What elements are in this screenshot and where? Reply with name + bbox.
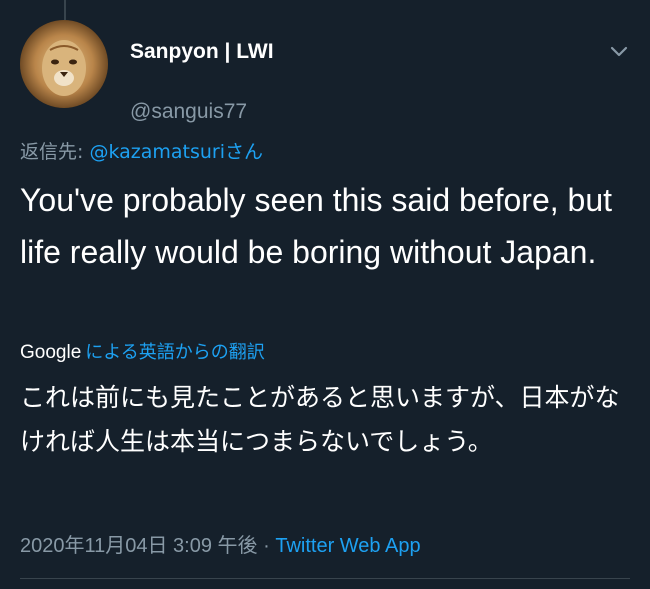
reply-prefix: 返信先: bbox=[20, 141, 90, 163]
display-name[interactable]: Sanpyon | LWI bbox=[130, 40, 274, 64]
chevron-down-icon[interactable] bbox=[608, 40, 630, 62]
translated-text: これは前にも見たことがあると思いますが、日本がなければ人生は本当につまらないでし… bbox=[20, 383, 620, 456]
tweet-timestamp[interactable]: 2020年11月04日 3:09 午後 bbox=[20, 535, 258, 557]
user-handle[interactable]: @sanguis77 bbox=[130, 100, 247, 124]
translation-label-link[interactable]: による英語からの翻訳 bbox=[85, 338, 264, 364]
tweet-body: You've probably seen this said before, b… bbox=[20, 182, 612, 270]
translation-attribution: Google による英語からの翻訳 bbox=[20, 338, 265, 364]
divider bbox=[20, 578, 630, 579]
google-logo: Google bbox=[20, 342, 82, 363]
thread-line bbox=[64, 0, 66, 20]
tweet-metadata: 2020年11月04日 3:09 午後 · Twitter Web App bbox=[20, 529, 421, 558]
reply-to-line: 返信先: @kazamatsuriさん bbox=[20, 137, 263, 164]
reply-honorific[interactable]: さん bbox=[225, 141, 263, 163]
lion-avatar-icon[interactable] bbox=[20, 20, 108, 108]
meta-separator: · bbox=[257, 535, 276, 557]
tweet-header: Sanpyon | LWI @sanguis77 bbox=[20, 20, 630, 123]
source-app-link[interactable]: Twitter Web App bbox=[275, 535, 420, 557]
reply-mention-link[interactable]: @kazamatsuri bbox=[89, 141, 225, 163]
